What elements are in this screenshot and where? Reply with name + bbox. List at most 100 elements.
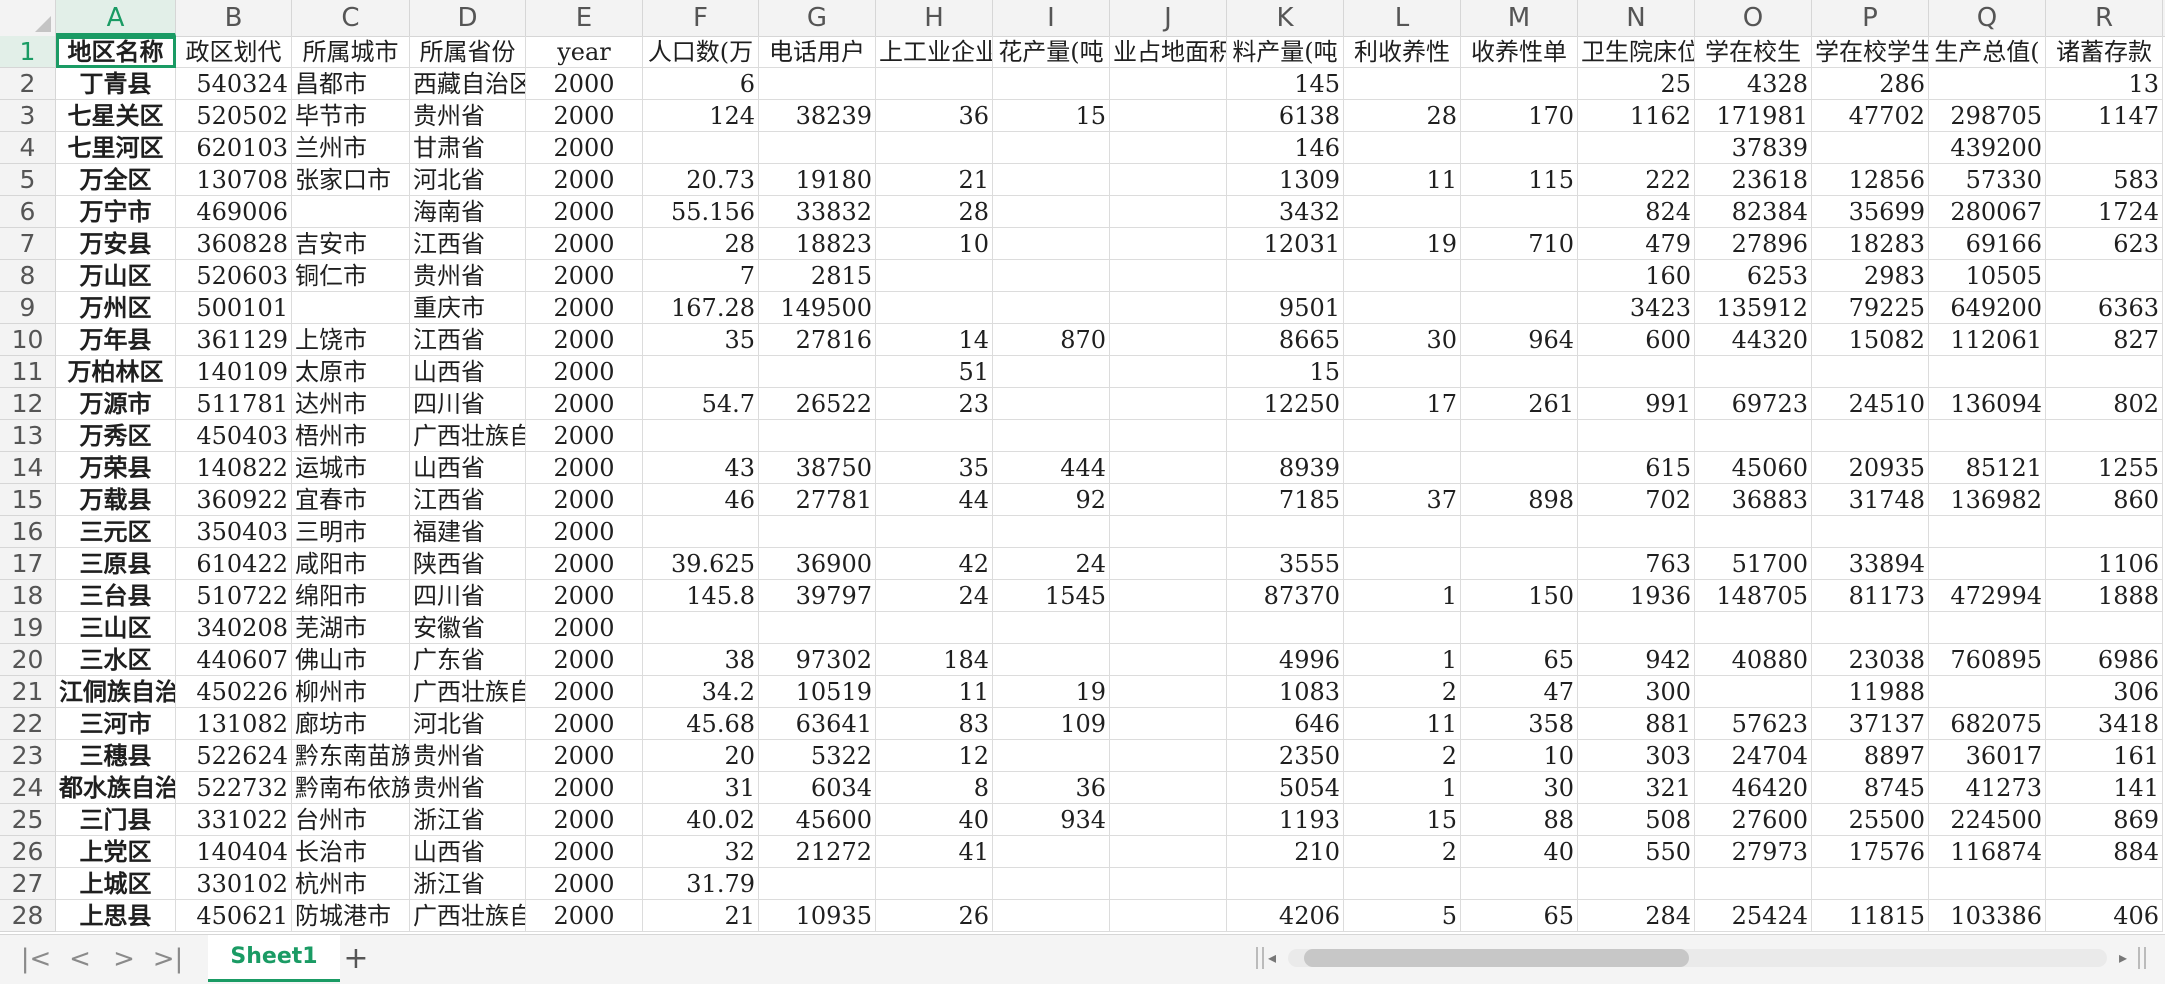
cell-p6[interactable]: 35699 (1812, 196, 1929, 228)
cell-l20[interactable]: 1 (1344, 644, 1461, 676)
cell-m8[interactable] (1461, 260, 1578, 292)
cell-h26[interactable]: 41 (876, 836, 993, 868)
cell-h21[interactable]: 11 (876, 676, 993, 708)
row-header[interactable]: 7 (0, 228, 56, 260)
column-header-h[interactable]: H (876, 0, 993, 36)
cell-e26[interactable]: 2000 (526, 836, 643, 868)
cell-r9[interactable]: 6363 (2046, 292, 2163, 324)
cell-i17[interactable]: 24 (993, 548, 1110, 580)
cell-i12[interactable] (993, 388, 1110, 420)
cell-l1[interactable]: 利收养性 (1344, 36, 1461, 68)
cell-r2[interactable]: 13 (2046, 68, 2163, 100)
cell-n5[interactable]: 222 (1578, 164, 1695, 196)
cell-c8[interactable]: 铜仁市 (292, 260, 410, 292)
cell-h16[interactable] (876, 516, 993, 548)
cell-m6[interactable] (1461, 196, 1578, 228)
cell-d2[interactable]: 西藏自治区 (410, 68, 526, 100)
cell-o15[interactable]: 36883 (1695, 484, 1812, 516)
cell-p8[interactable]: 2983 (1812, 260, 1929, 292)
cell-n20[interactable]: 942 (1578, 644, 1695, 676)
cell-q12[interactable]: 136094 (1929, 388, 2046, 420)
cell-n17[interactable]: 763 (1578, 548, 1695, 580)
cell-o17[interactable]: 51700 (1695, 548, 1812, 580)
cell-i22[interactable]: 109 (993, 708, 1110, 740)
cell-q28[interactable]: 103386 (1929, 900, 2046, 932)
cell-q24[interactable]: 41273 (1929, 772, 2046, 804)
cell-e22[interactable]: 2000 (526, 708, 643, 740)
cell-n9[interactable]: 3423 (1578, 292, 1695, 324)
cell-j23[interactable] (1110, 740, 1227, 772)
cell-i1[interactable]: 花产量(吨 (993, 36, 1110, 68)
cell-c21[interactable]: 柳州市 (292, 676, 410, 708)
cell-h7[interactable]: 10 (876, 228, 993, 260)
cell-o22[interactable]: 57623 (1695, 708, 1812, 740)
cell-o24[interactable]: 46420 (1695, 772, 1812, 804)
cell-o19[interactable] (1695, 612, 1812, 644)
cell-f16[interactable] (643, 516, 759, 548)
cell-c18[interactable]: 绵阳市 (292, 580, 410, 612)
cell-i24[interactable]: 36 (993, 772, 1110, 804)
cell-a17[interactable]: 三原县 (56, 548, 176, 580)
cell-a18[interactable]: 三台县 (56, 580, 176, 612)
cell-q8[interactable]: 10505 (1929, 260, 2046, 292)
cell-e12[interactable]: 2000 (526, 388, 643, 420)
scroll-thumb[interactable] (1304, 949, 1690, 967)
cell-r12[interactable]: 802 (2046, 388, 2163, 420)
cell-i23[interactable] (993, 740, 1110, 772)
cell-d3[interactable]: 贵州省 (410, 100, 526, 132)
cell-d21[interactable]: 广西壮族自 (410, 676, 526, 708)
cell-l24[interactable]: 1 (1344, 772, 1461, 804)
row-header[interactable]: 15 (0, 484, 56, 516)
cell-j28[interactable] (1110, 900, 1227, 932)
cell-a5[interactable]: 万全区 (56, 164, 176, 196)
cell-p13[interactable] (1812, 420, 1929, 452)
cell-l17[interactable] (1344, 548, 1461, 580)
cell-c19[interactable]: 芜湖市 (292, 612, 410, 644)
cell-k19[interactable] (1227, 612, 1344, 644)
next-sheet-icon[interactable]: > (106, 943, 142, 975)
cell-r23[interactable]: 161 (2046, 740, 2163, 772)
cell-q7[interactable]: 69166 (1929, 228, 2046, 260)
cell-r25[interactable]: 869 (2046, 804, 2163, 836)
cell-m22[interactable]: 358 (1461, 708, 1578, 740)
cell-h15[interactable]: 44 (876, 484, 993, 516)
cell-h3[interactable]: 36 (876, 100, 993, 132)
cell-d1[interactable]: 所属省份 (410, 36, 526, 68)
cell-p11[interactable] (1812, 356, 1929, 388)
cell-f11[interactable] (643, 356, 759, 388)
column-header-e[interactable]: E (526, 0, 643, 36)
cell-l5[interactable]: 11 (1344, 164, 1461, 196)
cell-i9[interactable] (993, 292, 1110, 324)
cell-j22[interactable] (1110, 708, 1227, 740)
cell-i14[interactable]: 444 (993, 452, 1110, 484)
cell-j13[interactable] (1110, 420, 1227, 452)
cell-l22[interactable]: 11 (1344, 708, 1461, 740)
cell-o18[interactable]: 148705 (1695, 580, 1812, 612)
cell-n26[interactable]: 550 (1578, 836, 1695, 868)
cell-n2[interactable]: 25 (1578, 68, 1695, 100)
cell-o3[interactable]: 171981 (1695, 100, 1812, 132)
cell-p1[interactable]: 学在校学生 (1812, 36, 1929, 68)
cell-o28[interactable]: 25424 (1695, 900, 1812, 932)
cell-h10[interactable]: 14 (876, 324, 993, 356)
cell-e17[interactable]: 2000 (526, 548, 643, 580)
cell-l3[interactable]: 28 (1344, 100, 1461, 132)
column-header-i[interactable]: I (993, 0, 1110, 36)
cell-j4[interactable] (1110, 132, 1227, 164)
cell-j6[interactable] (1110, 196, 1227, 228)
cell-o7[interactable]: 27896 (1695, 228, 1812, 260)
cell-m11[interactable] (1461, 356, 1578, 388)
cell-a25[interactable]: 三门县 (56, 804, 176, 836)
cell-m7[interactable]: 710 (1461, 228, 1578, 260)
cell-k14[interactable]: 8939 (1227, 452, 1344, 484)
cell-b7[interactable]: 360828 (176, 228, 292, 260)
cell-a26[interactable]: 上党区 (56, 836, 176, 868)
cell-o1[interactable]: 学在校生 (1695, 36, 1812, 68)
cell-i8[interactable] (993, 260, 1110, 292)
cell-g27[interactable] (759, 868, 876, 900)
cell-o25[interactable]: 27600 (1695, 804, 1812, 836)
cell-h18[interactable]: 24 (876, 580, 993, 612)
cell-h28[interactable]: 26 (876, 900, 993, 932)
cell-i6[interactable] (993, 196, 1110, 228)
cell-i4[interactable] (993, 132, 1110, 164)
